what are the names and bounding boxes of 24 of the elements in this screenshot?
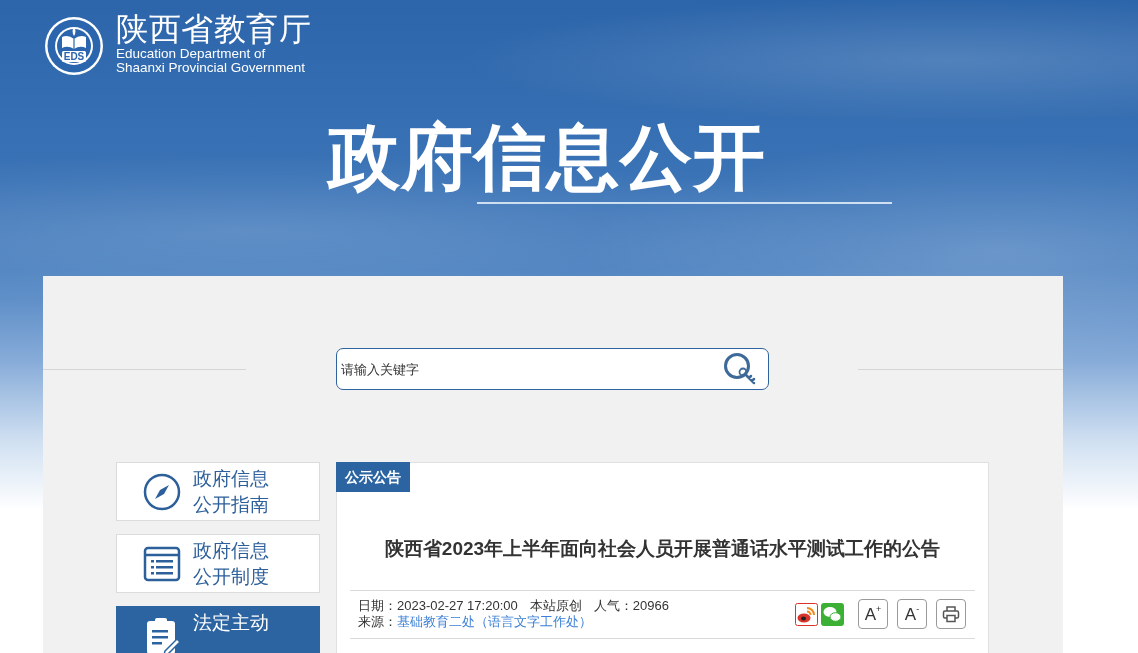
origin-text: 本站原创	[529, 598, 582, 614]
article-title: 陕西省2023年上半年面向社会人员开展普通话水平测试工作的公告	[383, 537, 942, 561]
font-size-button[interactable]: A$^{+}$	[858, 599, 888, 629]
source-label: 来源：	[358, 614, 397, 630]
date-text: 日期：2023-02-27 17:20:00	[358, 598, 518, 614]
site-subtitle: Shaanxi Provincial Government	[116, 60, 307, 74]
logo-emblem-icon: EDS	[45, 17, 103, 75]
sidebar-item[interactable]: 政府信息公开指南	[116, 462, 320, 521]
banner-title: 政府信息公开	[328, 119, 766, 195]
broadcast-share-icon[interactable]	[795, 602, 818, 626]
source-link[interactable]: 基础教育二处（语言文字工作处）	[397, 614, 592, 630]
views-text: 人气：20966	[593, 598, 669, 614]
site-title: 陕西省教育厅	[116, 12, 311, 47]
search-field[interactable]: 请输入关键字	[335, 348, 769, 390]
list-window-icon	[143, 544, 181, 583]
print-button[interactable]	[936, 599, 966, 629]
sidebar-item[interactable]: 法定主动	[116, 606, 320, 653]
search-icon[interactable]	[722, 352, 757, 386]
site-subtitle: Education Department of	[116, 47, 267, 61]
compass-icon	[143, 472, 181, 511]
printer-icon	[942, 605, 960, 623]
category-tag: 公示公告	[336, 462, 410, 492]
font-size-button[interactable]: A$^{-}$	[897, 599, 927, 629]
sidebar-item[interactable]: 政府信息公开制度	[116, 534, 320, 593]
